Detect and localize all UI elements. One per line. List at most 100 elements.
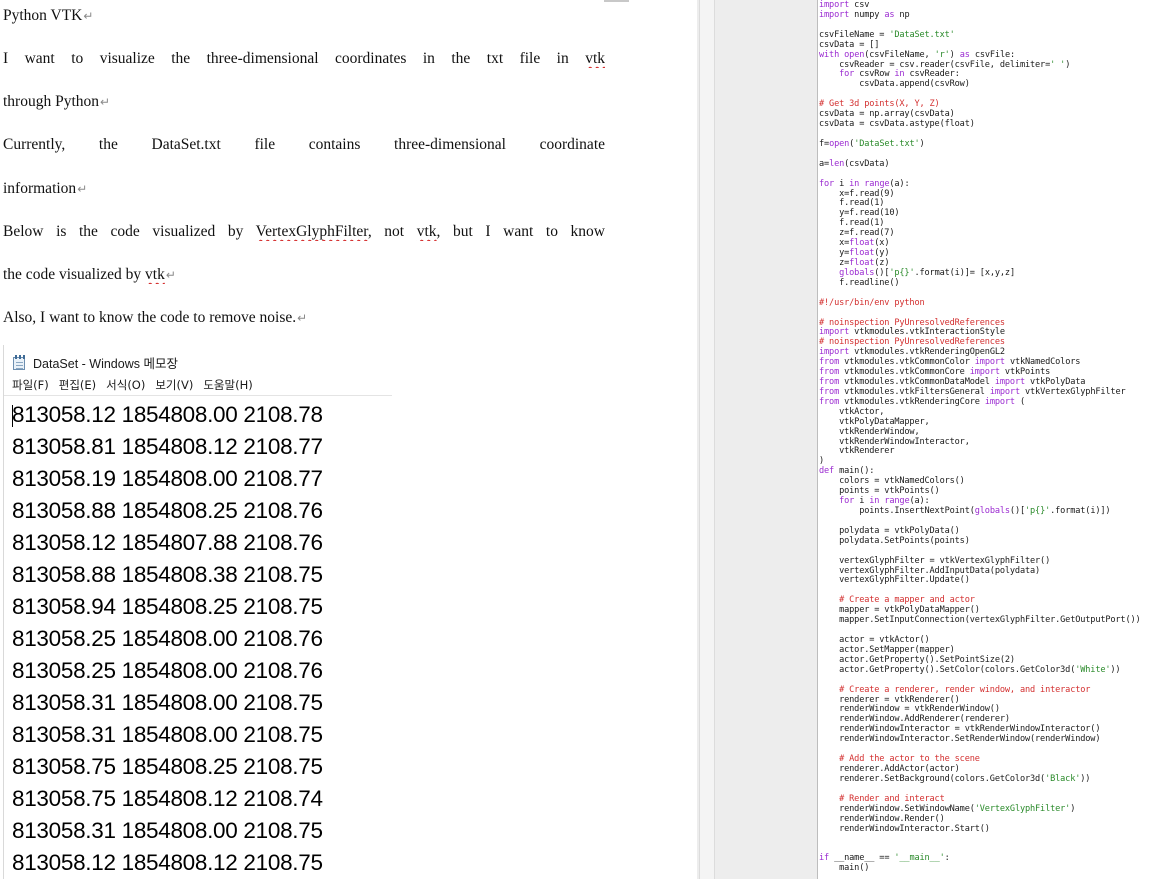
code-line: f.read(1) bbox=[819, 198, 885, 209]
notepad-line: 813058.12 1854807.88 2108.76 bbox=[12, 530, 323, 555]
spellcheck-word[interactable]: vtk bbox=[417, 223, 437, 240]
menu-format[interactable]: 서식(O) bbox=[106, 377, 145, 393]
code-line: csvData = np.array(csvData) bbox=[819, 109, 955, 120]
code-line: y=f.read(10) bbox=[819, 208, 900, 219]
menu-help[interactable]: 도움말(H) bbox=[203, 377, 252, 393]
menubar-divider bbox=[4, 395, 392, 396]
code-line: for csvRow in csvReader: bbox=[839, 69, 960, 80]
document-scrollbar[interactable] bbox=[699, 0, 715, 879]
code-line: x=float(x) bbox=[819, 238, 890, 249]
code-line: csvReader = csv.reader(csvFile, delimite… bbox=[819, 59, 1071, 70]
code-line: f.readline() bbox=[819, 277, 900, 288]
python-code-block: import csv import numpy as np csvFileNam… bbox=[819, 0, 1141, 874]
doc-paragraph-below-line2[interactable]: the code visualized by vtk↵ bbox=[3, 266, 605, 284]
page-edge-rule bbox=[604, 0, 629, 2]
code-line: import csv bbox=[819, 0, 870, 10]
doc-paragraph-current-line1[interactable]: Currently, the DataSet.txt file contains… bbox=[3, 136, 605, 154]
code-line: z=f.read(7) bbox=[819, 228, 895, 239]
notepad-menubar: 파일(F) 편집(E) 서식(O) 보기(V) 도움말(H) bbox=[12, 377, 253, 393]
menu-view[interactable]: 보기(V) bbox=[155, 377, 193, 393]
code-line: # Create a mapper and actor bbox=[819, 595, 975, 606]
code-line: # Render and interact bbox=[819, 793, 945, 804]
code-line: actor.SetMapper(mapper) bbox=[819, 644, 955, 655]
code-line: actor.GetProperty().SetPointSize(2) bbox=[819, 654, 1015, 665]
doc-paragraph-intro-line1[interactable]: I want to visualize the three-dimensiona… bbox=[3, 50, 605, 68]
code-line: csvData.append(csvRow) bbox=[819, 79, 970, 90]
doc-paragraph-intro-line2[interactable]: through Python↵ bbox=[3, 93, 605, 111]
text-caret bbox=[12, 405, 13, 427]
menu-edit[interactable]: 편집(E) bbox=[59, 377, 96, 393]
code-line: renderWindowInteractor.SetRenderWindow(r… bbox=[819, 734, 1101, 745]
code-line: vertexGlyphFilter.Update() bbox=[819, 575, 970, 586]
code-line: from vtkmodules.vtkCommonColor import vt… bbox=[819, 357, 1081, 368]
code-line: renderer.AddActor(actor) bbox=[819, 763, 960, 774]
code-line: vtkRenderWindowInteractor, bbox=[819, 436, 970, 447]
notepad-titlebar[interactable]: DataSet - Windows 메모장 bbox=[12, 353, 178, 371]
code-line: actor = vtkActor() bbox=[819, 635, 930, 645]
code-line: renderer = vtkRenderer() bbox=[819, 694, 960, 705]
code-line: renderWindow = vtkRenderWindow() bbox=[819, 704, 1000, 715]
code-line: csvData = csvData.astype(float) bbox=[819, 119, 975, 130]
notepad-line: 813058.94 1854808.25 2108.75 bbox=[12, 594, 323, 619]
doc-paragraph-title[interactable]: Python VTK↵ bbox=[3, 7, 605, 25]
code-line: from vtkmodules.vtkFiltersGeneral import… bbox=[819, 386, 1126, 397]
code-line: renderer.SetBackground(colors.GetColor3d… bbox=[819, 773, 1091, 784]
paragraph-mark-icon: ↵ bbox=[83, 9, 94, 23]
code-line: with open(csvFileName, 'r') as csvFile: bbox=[819, 49, 1016, 60]
spellcheck-word[interactable]: vtk bbox=[145, 266, 165, 283]
spellcheck-word[interactable]: VertexGlyphFilter bbox=[256, 223, 368, 240]
code-line: for i in range(a): bbox=[839, 496, 930, 507]
code-line: points.InsertNextPoint(globals()['p{}'.f… bbox=[819, 506, 1111, 517]
notepad-line: 813058.31 1854808.00 2108.75 bbox=[12, 818, 323, 843]
code-line: if __name__ == '__main__': bbox=[819, 853, 950, 864]
notepad-line: 813058.75 1854808.12 2108.74 bbox=[12, 786, 323, 811]
code-line: x=f.read(9) bbox=[819, 188, 895, 199]
code-line: for i in range(a): bbox=[819, 178, 910, 189]
code-line: # Create a renderer, render window, and … bbox=[819, 684, 1091, 695]
code-line: csvData = [] bbox=[819, 39, 880, 50]
code-line: f=open('DataSet.txt') bbox=[819, 138, 925, 149]
notepad-text-area[interactable]: 813058.12 1854808.00 2108.78 813058.81 18… bbox=[12, 399, 392, 879]
spellcheck-word[interactable]: vtk bbox=[585, 50, 605, 67]
code-line: # Get 3d points(X, Y, Z) bbox=[819, 99, 940, 110]
notepad-line: 813058.88 1854808.25 2108.76 bbox=[12, 498, 323, 523]
code-line: from vtkmodules.vtkRenderingCore import … bbox=[819, 396, 1026, 407]
code-screenshot-panel: import csv import numpy as np csvFileNam… bbox=[817, 0, 1165, 879]
code-line: vtkRenderWindow, bbox=[819, 426, 920, 437]
notepad-line: 813058.12 1854808.00 2108.78 bbox=[12, 402, 323, 427]
code-line: #!/usr/bin/env python bbox=[819, 297, 925, 308]
doc-paragraph-below-line1[interactable]: Below is the code visualized by VertexGl… bbox=[3, 223, 605, 241]
notepad-line: 813058.31 1854808.00 2108.75 bbox=[12, 722, 323, 747]
code-line: polydata.SetPoints(points) bbox=[819, 535, 970, 546]
code-line: vtkPolyDataMapper, bbox=[819, 416, 930, 427]
doc-paragraph-current-line2[interactable]: information↵ bbox=[3, 180, 605, 198]
menu-file[interactable]: 파일(F) bbox=[12, 377, 49, 393]
code-line: points = vtkPoints() bbox=[819, 486, 940, 497]
code-line: mapper.SetInputConnection(vertexGlyphFil… bbox=[819, 615, 1141, 626]
code-line: vertexGlyphFilter = vtkVertexGlyphFilter… bbox=[819, 555, 1051, 566]
notepad-line: 813058.81 1854808.12 2108.77 bbox=[12, 434, 323, 459]
code-line: import numpy as np bbox=[819, 9, 910, 20]
paragraph-mark-icon: ↵ bbox=[165, 268, 176, 282]
window-gap bbox=[697, 0, 817, 879]
code-line: renderWindow.Render() bbox=[819, 813, 945, 824]
doc-paragraph-noise[interactable]: Also, I want to know the code to remove … bbox=[3, 309, 605, 327]
code-line: y=float(y) bbox=[819, 248, 890, 259]
code-line: globals()['p{}'.format(i)]= [x,y,z] bbox=[839, 267, 1015, 278]
code-line: def main(): bbox=[819, 466, 875, 477]
notepad-window: DataSet - Windows 메모장 파일(F) 편집(E) 서식(O) … bbox=[3, 345, 393, 879]
notepad-line: 813058.25 1854808.00 2108.76 bbox=[12, 658, 323, 683]
code-line: vertexGlyphFilter.AddInputData(polydata) bbox=[819, 565, 1041, 576]
code-line: a=len(csvData) bbox=[819, 158, 890, 169]
